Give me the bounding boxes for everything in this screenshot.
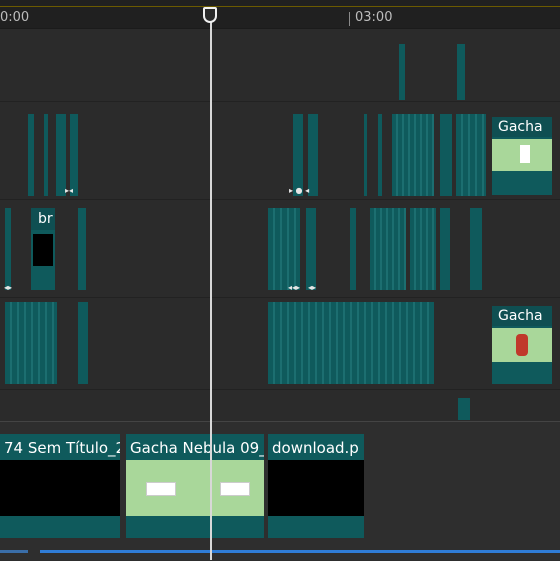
video-clip-thumbnail [126,460,264,516]
timeline-ruler[interactable]: 0:00 03:00 [0,0,560,29]
timeline-clip[interactable] [44,114,48,196]
video-clip-title: download.p [268,434,364,460]
video-clip[interactable]: download.p [268,434,364,538]
playhead-handle[interactable] [203,7,217,23]
timeline-clip-group[interactable] [456,114,486,196]
timeline-clip[interactable] [458,398,470,420]
clip-label: Gacha [492,306,552,326]
scrollbar-segment[interactable] [0,550,28,553]
timeline-clip[interactable] [70,114,78,196]
timeline-clip[interactable] [364,114,367,196]
keyframe-handle[interactable]: ▸◂ [65,186,73,195]
clip-thumbnail [492,328,552,362]
timeline-clip-group[interactable] [268,302,434,384]
timecode-start: 0:00 [0,10,30,25]
timeline-clip[interactable] [28,114,34,196]
track-separator [0,199,560,200]
timeline-clip[interactable] [378,114,382,196]
timeline-clip[interactable] [470,208,482,290]
timeline-clip[interactable] [78,208,86,290]
timeline-clip-group[interactable] [268,208,300,290]
clip-label: br [31,208,55,230]
video-clip[interactable]: 74 Sem Título_20 [0,434,120,538]
video-clip-thumbnail [268,460,364,516]
video-clip-title: Gacha Nebula 09_ [126,434,264,460]
keyframe-handle[interactable]: ◂▸ [4,283,12,292]
ruler-top-line [0,6,560,7]
timeline-clip[interactable] [78,302,88,384]
clip-thumbnail [33,234,53,266]
track-separator [0,297,560,298]
character-image-icon [516,334,528,356]
video-clip[interactable]: Gacha Nebula 09_ [126,434,264,538]
track-separator [0,101,560,102]
clip-label: Gacha [492,117,552,137]
timeline-clip[interactable] [293,114,303,196]
timecode-mid: 03:00 [355,10,393,25]
document-icon [520,145,530,163]
keyframe-handle[interactable]: ◂◂▸ [288,283,300,292]
video-clip-card[interactable]: br [31,208,55,290]
image-clip-card[interactable]: Gacha [492,306,552,384]
track-separator [0,389,560,390]
keyframe-handle[interactable]: ▸ ● ◂ [289,186,309,195]
keyframe-handle[interactable]: ◂▸ [308,283,316,292]
clip-thumbnail [492,139,552,171]
timeline-clip[interactable] [306,208,316,290]
video-clip-title: 74 Sem Título_20 [0,434,120,460]
timeline-clip[interactable] [399,44,405,100]
timeline-clip[interactable] [457,44,465,100]
timeline-clip-group[interactable] [5,302,57,384]
frame-preview [220,482,250,496]
video-clip-thumbnail [0,460,120,516]
timeline-clip-group[interactable] [370,208,406,290]
timeline-clip[interactable] [308,114,318,196]
timeline-clip[interactable] [440,208,450,290]
timeline-clip[interactable] [56,114,66,196]
playhead-line[interactable] [210,18,212,560]
timeline-clip[interactable] [5,208,11,290]
timeline-clip[interactable] [440,114,452,196]
frame-preview [146,482,176,496]
timeline-clip-group[interactable] [410,208,436,290]
image-clip-card[interactable]: Gacha [492,117,552,195]
horizontal-scrollbar[interactable] [40,550,560,553]
ruler-tick [349,12,350,26]
timeline-clip-group[interactable] [392,114,434,196]
timeline-clip[interactable] [350,208,356,290]
